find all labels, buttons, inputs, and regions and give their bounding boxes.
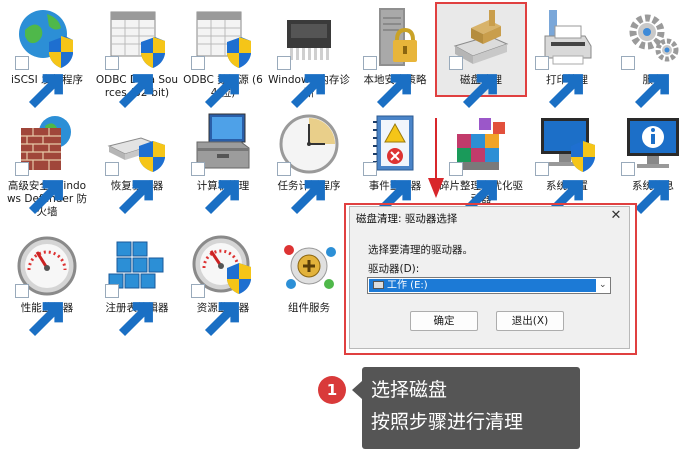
shortcut-arrow-icon <box>105 56 153 109</box>
exit-button[interactable]: 退出(X) <box>496 311 564 331</box>
ok-button[interactable]: 确定 <box>410 311 478 331</box>
tile-performance-monitor[interactable]: 性能监视器 <box>4 234 90 337</box>
tile-iscsi-initiator[interactable]: iSCSI 发起程序 <box>4 6 90 109</box>
close-icon[interactable]: ✕ <box>609 209 623 223</box>
tile-disk-cleanup[interactable]: 磁盘清理 <box>438 6 524 109</box>
shortcut-arrow-icon <box>191 162 239 215</box>
tile-computer-management[interactable]: 计算机管理 <box>180 112 266 215</box>
shortcut-arrow-icon <box>277 56 325 109</box>
shortcut-arrow-icon <box>621 162 669 215</box>
shortcut-arrow-icon <box>15 56 63 109</box>
callout-line-1: 选择磁盘 <box>371 379 448 401</box>
dialog-title: 磁盘清理: 驱动器选择 <box>356 213 458 225</box>
tile-component-services[interactable]: 组件服务 <box>266 234 352 315</box>
gauge-icon <box>15 234 79 337</box>
computer-toolbox-icon <box>191 112 255 215</box>
tile-local-security-policy[interactable]: 本地安全策略 <box>352 6 438 109</box>
red-pointer-arrow-icon <box>428 118 444 198</box>
monitor-info-icon <box>621 112 685 215</box>
server-lock-icon <box>363 6 427 109</box>
gauge-shield-icon <box>191 234 255 337</box>
tile-label: 组件服务 <box>288 302 330 314</box>
tile-memory-diagnostic[interactable]: Windows 内存诊断 <box>266 6 352 109</box>
tile-defrag[interactable]: 碎片整理和优化驱动器 <box>438 112 524 215</box>
tile-registry-editor[interactable]: 注册表编辑器 <box>94 234 180 337</box>
tile-task-scheduler[interactable]: 任务计划程序 <box>266 112 352 215</box>
dialog-prompt: 选择要清理的驱动器。 <box>368 244 473 256</box>
shortcut-arrow-icon <box>105 284 153 337</box>
tile-print-management[interactable]: 打印管理 <box>524 6 610 109</box>
database-table-icon <box>191 6 255 109</box>
disk-cleanup-icon <box>449 6 513 109</box>
instruction-callout: 选择磁盘 按照步骤进行清理 <box>362 367 580 449</box>
drive-select[interactable]: 工作 (E:) ⌄ <box>367 277 611 294</box>
shortcut-arrow-icon <box>15 284 63 337</box>
gears-icon <box>621 6 685 109</box>
shortcut-arrow-icon <box>277 162 325 215</box>
tile-odbc-32[interactable]: ODBC Data Sources (32-bit) <box>94 6 180 109</box>
drive-label: 驱动器(D): <box>368 263 420 275</box>
event-book-icon <box>363 112 427 215</box>
shortcut-arrow-icon <box>621 56 669 109</box>
shortcut-arrow-icon <box>363 162 411 215</box>
tile-system-configuration[interactable]: 系统配置 <box>524 112 610 215</box>
callout-pointer <box>352 381 362 399</box>
drive-icon <box>373 281 384 289</box>
chevron-down-icon[interactable]: ⌄ <box>599 281 608 290</box>
drive-selected-option[interactable]: 工作 (E:) <box>369 279 596 292</box>
component-services-icon <box>277 234 341 298</box>
tile-defender-firewall[interactable]: 高级安全 Windows Defender 防火墙 <box>4 112 90 219</box>
defrag-blocks-icon <box>449 112 513 215</box>
registry-cubes-icon <box>105 234 169 337</box>
shortcut-arrow-icon <box>191 56 239 109</box>
clock-icon <box>277 112 341 215</box>
database-table-icon <box>105 6 169 109</box>
tile-system-information[interactable]: 系统信息 <box>610 112 696 215</box>
monitor-shield-icon <box>535 112 599 215</box>
tile-recovery-drive[interactable]: 恢复驱动器 <box>94 112 180 215</box>
drive-value: 工作 (E:) <box>387 280 428 291</box>
drive-shield-icon <box>105 112 169 215</box>
callout-line-2: 按照步骤进行清理 <box>371 411 524 433</box>
shortcut-arrow-icon <box>105 162 153 215</box>
memory-chip-icon <box>277 6 341 109</box>
disk-cleanup-drive-dialog: 磁盘清理: 驱动器选择 ✕ 选择要清理的驱动器。 驱动器(D): 工作 (E:)… <box>349 206 630 349</box>
shortcut-arrow-icon <box>363 56 411 109</box>
printer-icon <box>535 6 599 109</box>
shortcut-arrow-icon <box>449 56 497 109</box>
tile-resource-monitor[interactable]: 资源监视器 <box>180 234 266 337</box>
globe-shield-icon <box>15 6 79 109</box>
shortcut-arrow-icon <box>449 162 497 215</box>
firewall-icon <box>15 112 79 215</box>
tile-services[interactable]: 服务 <box>610 6 696 109</box>
tile-odbc-64[interactable]: ODBC 数据源 (64 位) <box>180 6 266 109</box>
shortcut-arrow-icon <box>15 162 63 215</box>
shortcut-arrow-icon <box>535 56 583 109</box>
step-number-badge: 1 <box>318 376 346 404</box>
shortcut-arrow-icon <box>535 162 583 215</box>
shortcut-arrow-icon <box>191 284 239 337</box>
